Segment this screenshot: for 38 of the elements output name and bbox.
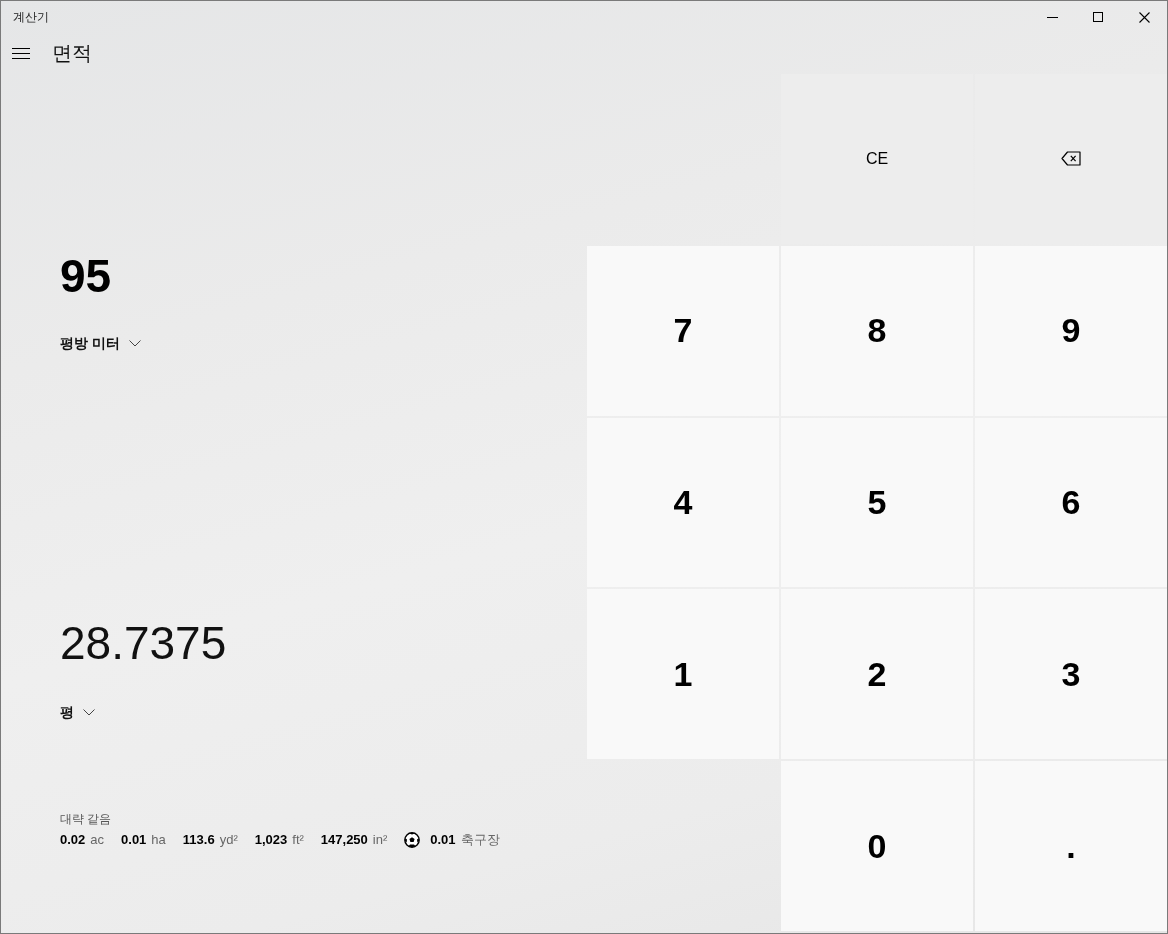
digit-key[interactable]: 7 [587,245,779,416]
unit-dropdown[interactable]: 평방 미터 [60,333,141,353]
close-icon [1138,11,1150,23]
equivalent-unit: ac [90,831,105,849]
equivalent-unit: in² [372,831,388,849]
chevron-down-icon [128,339,141,347]
digit-key[interactable]: 3 [975,589,1167,760]
equivalent-unit: 축구장 [460,831,500,849]
digit-key[interactable]: 6 [975,417,1167,588]
decimal-point-key[interactable]: . [975,761,1167,931]
chevron-down-icon [83,708,95,716]
minimize-icon [1046,16,1058,18]
digit-key[interactable]: 2 [781,589,973,760]
digit-key[interactable]: 5 [781,417,973,588]
equivalents-label: 대략 같음 [60,811,112,827]
equivalent-value: 0.01 [430,831,456,849]
digit-key[interactable]: 4 [587,417,779,588]
mode-title: 면적 [52,41,92,66]
soccer-ball-icon [404,832,421,848]
menu-icon [12,48,30,59]
output-value[interactable]: 28.7375 [60,615,227,671]
equivalent-unit: ha [151,831,166,849]
maximize-icon [1093,12,1103,22]
digit-key[interactable]: 8 [781,245,973,416]
digit-key[interactable]: 1 [587,589,779,760]
input-value[interactable]: 95 [60,248,112,304]
equivalent-value: 0.02 [60,831,86,849]
equivalent-unit: yd² [219,831,238,849]
backspace-icon [1061,151,1081,167]
equivalent-unit: ft² [292,831,304,849]
digit-key[interactable]: 0 [781,761,973,931]
unit-dropdown[interactable]: 평 [60,702,95,722]
digit-key[interactable]: 9 [975,245,1167,416]
equivalent-value: 113.6 [182,831,215,849]
equivalent-value: 147,250 [320,831,368,849]
window-title: 계산기 [13,8,50,26]
equivalent-value: 0.01 [121,831,147,849]
equivalent-value: 1,023 [254,831,288,849]
